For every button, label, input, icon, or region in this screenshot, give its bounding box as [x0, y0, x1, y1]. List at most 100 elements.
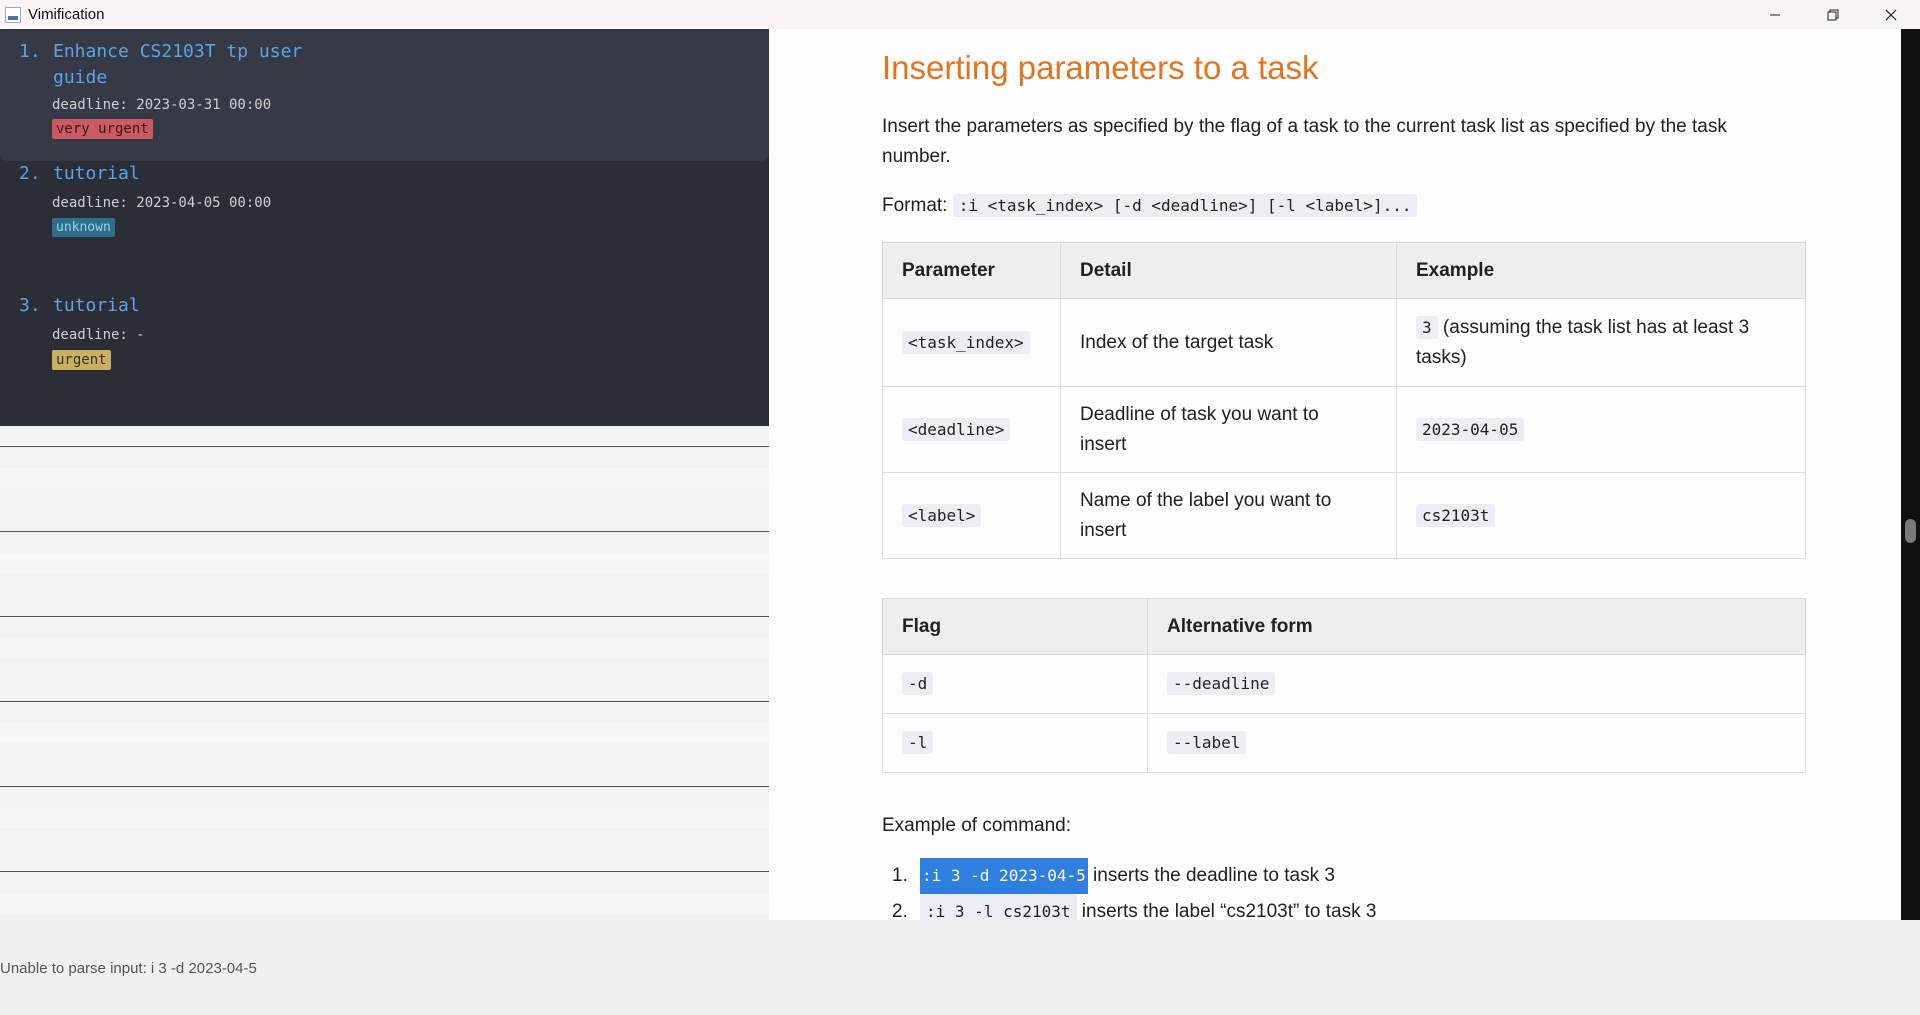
- app-icon: [5, 6, 21, 23]
- table-row: <label> Name of the label you want to ins…: [882, 472, 1806, 559]
- window-title: Vimification: [28, 6, 105, 23]
- table-cell: Index of the target task: [1060, 298, 1397, 387]
- flag-code: -l: [902, 731, 934, 754]
- divider: [0, 616, 769, 617]
- restore-icon: [1827, 9, 1839, 20]
- list-item: 2. :i 3 -l cs2103t inserts the label “cs…: [882, 894, 1376, 920]
- status-message: Unable to parse input: i 3 -d 2023-04-5: [0, 960, 257, 977]
- title-bar: Vimification: [0, 0, 1920, 29]
- table-cell: --label: [1147, 713, 1806, 773]
- task-deadline: deadline: 2023-04-05 00:00: [52, 195, 272, 211]
- task-number: 3.: [19, 295, 41, 316]
- table-cell: -d: [882, 654, 1148, 714]
- row-band: [0, 553, 769, 573]
- divider: [0, 871, 769, 872]
- minimize-icon: [1770, 14, 1780, 15]
- task-list-pane: 1. Enhance CS2103T tp user guide deadline…: [0, 29, 769, 920]
- divider: [0, 786, 769, 787]
- divider: [0, 446, 769, 447]
- task-card[interactable]: 2. tutorial deadline: 2023-04-05 00:00 un…: [0, 161, 769, 269]
- example-heading: Example of command:: [882, 815, 1072, 836]
- window-controls: [1746, 0, 1920, 29]
- table-cell: <deadline>: [882, 386, 1061, 473]
- row-band: [0, 808, 769, 828]
- detail-text: Deadline of task you want to: [1080, 403, 1319, 425]
- task-title-line: tutorial: [53, 295, 140, 316]
- example-text: tasks): [1416, 346, 1467, 368]
- table-row: <deadline> Deadline of task you want to i…: [882, 386, 1806, 473]
- table-cell: 2023-04-05: [1396, 386, 1806, 473]
- intro-text: Insert the parameters as specified by th…: [882, 116, 1727, 137]
- row-band: [0, 638, 769, 658]
- task-label-badge: very urgent: [52, 119, 153, 139]
- param-code: <deadline>: [902, 417, 1011, 441]
- task-deadline: deadline: -: [52, 327, 145, 343]
- column-header: Parameter: [882, 242, 1061, 299]
- task-card[interactable]: 3. tutorial deadline: - urgent: [0, 293, 769, 403]
- param-code: <task_index>: [902, 330, 1030, 354]
- alt-code: --deadline: [1167, 672, 1276, 695]
- section-heading: Inserting parameters to a task: [882, 49, 1319, 86]
- table-header-row: Flag Alternative form: [882, 598, 1806, 655]
- table-header-row: Parameter Detail Example: [882, 242, 1806, 299]
- task-list[interactable]: 1. Enhance CS2103T tp user guide deadline…: [0, 29, 769, 426]
- list-number: 2.: [892, 901, 908, 920]
- restore-button[interactable]: [1804, 0, 1862, 29]
- format-label: Format:: [882, 195, 948, 216]
- table-cell: --deadline: [1147, 654, 1806, 714]
- task-title-line: tutorial: [53, 163, 140, 184]
- example-description: inserts the label “cs2103t” to task 3: [1081, 901, 1377, 920]
- close-button[interactable]: [1862, 0, 1920, 29]
- table-cell: Deadline of task you want to insert: [1060, 386, 1397, 473]
- row-band: [0, 468, 769, 488]
- param-code: <label>: [902, 503, 982, 527]
- table-row: <task_index> Index of the target task 3 …: [882, 298, 1806, 387]
- table-row: -l --label: [882, 713, 1806, 773]
- row-band: [0, 723, 769, 743]
- example-description: inserts the deadline to task 3: [1093, 865, 1335, 886]
- table-cell: 3 (assuming the task list has at least 3…: [1396, 298, 1806, 387]
- task-title-line: Enhance CS2103T tp user: [53, 41, 303, 62]
- task-card[interactable]: 1. Enhance CS2103T tp user guide deadline…: [0, 29, 769, 161]
- detail-text: Name of the label you want to: [1080, 489, 1332, 511]
- format-line: Format: :i <task_index> [-d <deadline>] …: [882, 191, 1418, 221]
- table-cell: <task_index>: [882, 298, 1061, 387]
- detail-text: insert: [1080, 433, 1127, 455]
- alt-code: --label: [1167, 731, 1247, 754]
- vertical-scrollbar[interactable]: [1901, 29, 1920, 920]
- list-item: 1. :i 3 -d 2023-04-5 inserts the deadlin…: [882, 858, 1376, 894]
- table-cell: -l: [882, 713, 1148, 773]
- example-command-code[interactable]: :i 3 -d 2023-04-5: [920, 858, 1088, 894]
- task-label-badge: unknown: [52, 218, 115, 237]
- column-header: Flag: [882, 598, 1148, 655]
- example-code: 2023-04-05: [1416, 417, 1525, 441]
- empty-list-area: [0, 426, 769, 920]
- table-cell: cs2103t: [1396, 472, 1806, 559]
- close-icon: [1885, 9, 1897, 20]
- task-title: 1. Enhance CS2103T tp user guide: [19, 39, 319, 91]
- parameters-table: Parameter Detail Example <task_index> In…: [882, 242, 1806, 559]
- column-header: Detail: [1060, 242, 1397, 299]
- table-cell: Name of the label you want to insert: [1060, 472, 1397, 559]
- example-code: 3: [1416, 315, 1438, 339]
- divider: [0, 531, 769, 532]
- task-number: 1.: [19, 41, 41, 62]
- examples-list: 1. :i 3 -d 2023-04-5 inserts the deadlin…: [882, 858, 1376, 920]
- task-title-line: guide: [53, 67, 108, 88]
- scrollbar-thumb[interactable]: [1905, 519, 1916, 543]
- flag-code: -d: [902, 672, 934, 695]
- example-command-code[interactable]: :i 3 -l cs2103t: [920, 894, 1077, 920]
- help-document[interactable]: Inserting parameters to a task Insert th…: [769, 29, 1901, 920]
- row-band: [0, 893, 769, 913]
- minimize-button[interactable]: [1746, 0, 1804, 29]
- task-number: 2.: [19, 163, 41, 184]
- task-deadline: deadline: 2023-03-31 00:00: [52, 97, 272, 113]
- command-result-area: Unable to parse input: i 3 -d 2023-04-5: [0, 920, 1920, 1015]
- intro-text: number.: [882, 146, 951, 167]
- task-title: 3. tutorial: [19, 293, 319, 319]
- task-label-badge: urgent: [52, 350, 111, 370]
- table-cell: <label>: [882, 472, 1061, 559]
- example-text: (assuming the task list has at least 3: [1442, 316, 1750, 338]
- table-row: -d --deadline: [882, 654, 1806, 714]
- column-header: Example: [1396, 242, 1806, 299]
